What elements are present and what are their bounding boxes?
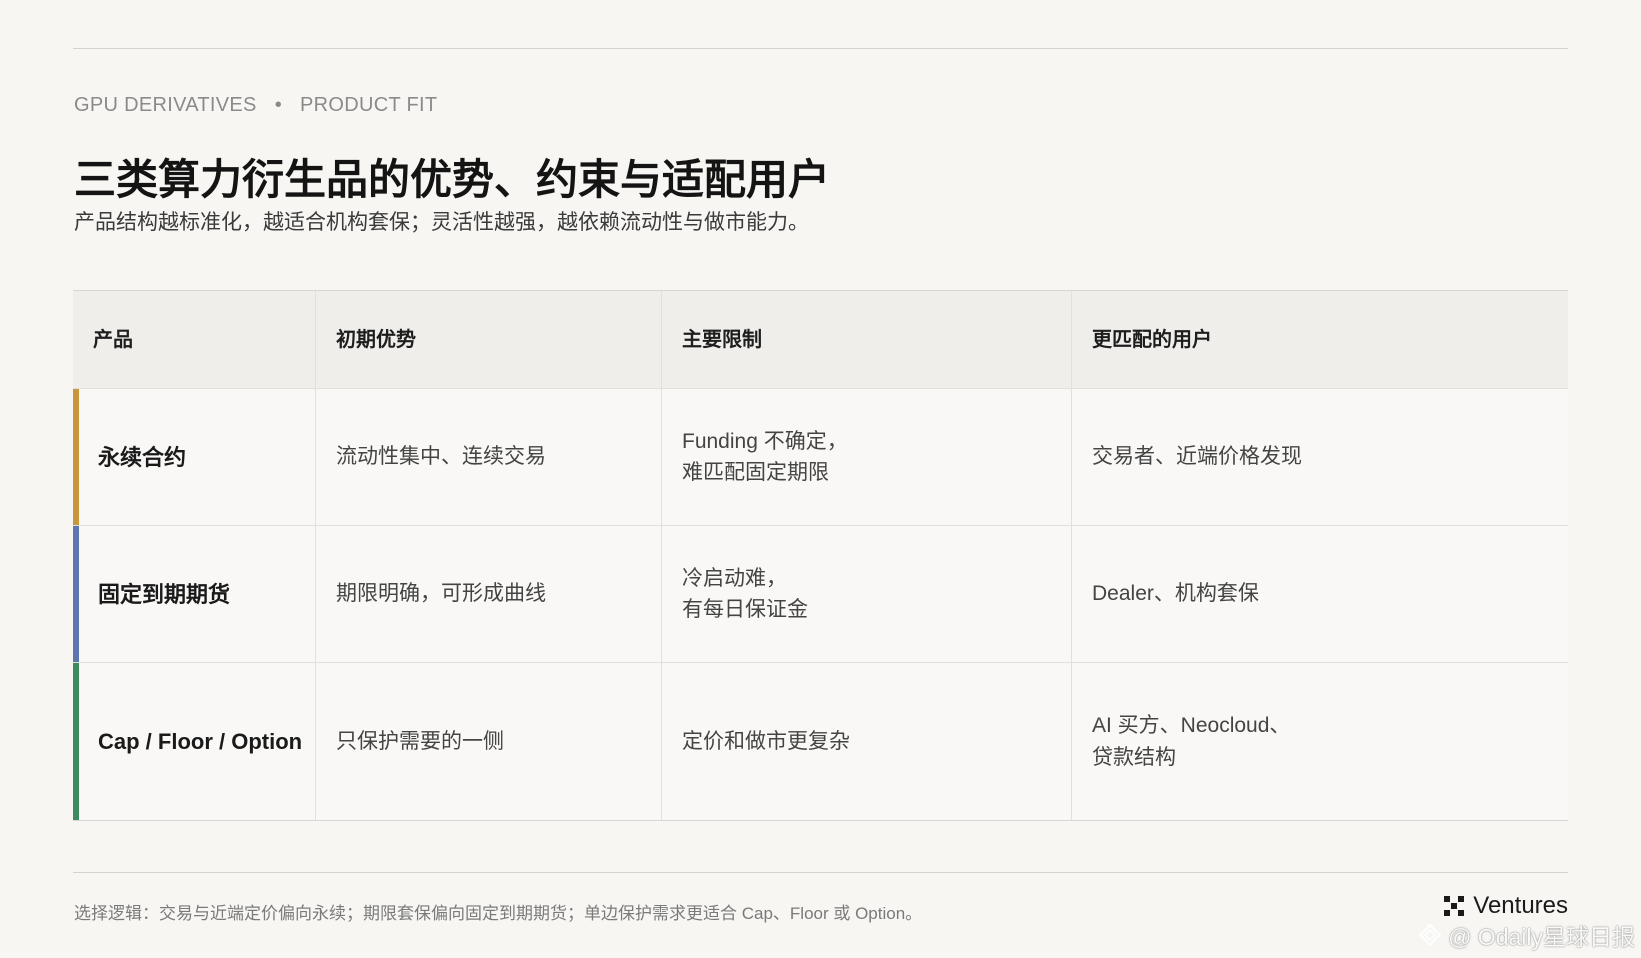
cell-users: AI 买方、Neocloud、 贷款结构 — [1092, 714, 1291, 769]
cell-users: Dealer、机构套保 — [1092, 582, 1259, 606]
eyebrow-separator: • — [274, 94, 282, 116]
cell-product: Cap / Floor / Option — [73, 663, 316, 820]
header-limitation: 主要限制 — [662, 291, 1072, 388]
header-users: 更匹配的用户 — [1092, 328, 1212, 351]
cell-limitation: 定价和做市更复杂 — [662, 663, 1072, 820]
table-row: 永续合约 流动性集中、连续交易 Funding 不确定， 难匹配固定期限 交易者… — [73, 389, 1568, 526]
cell-product: 固定到期期货 — [73, 526, 316, 662]
header-product: 产品 — [73, 291, 316, 388]
row-accent-bar — [73, 526, 79, 662]
eyebrow-label: GPU DERIVATIVES • PRODUCT FIT — [74, 94, 437, 117]
cell-advantage: 流动性集中、连续交易 — [316, 389, 662, 525]
cell-limitation: Funding 不确定， 难匹配固定期限 — [662, 389, 1072, 525]
cell-users: 交易者、近端价格发现 — [1092, 445, 1302, 469]
cell-product: 永续合约 — [73, 389, 316, 525]
table-row: Cap / Floor / Option 只保护需要的一侧 定价和做市更复杂 A… — [73, 663, 1568, 820]
comparison-table: 产品 初期优势 主要限制 更匹配的用户 永续合约 流动性集中、连续交易 Fund… — [73, 290, 1568, 821]
table-row: 固定到期期货 期限明确，可形成曲线 冷启动难， 有每日保证金 Dealer、机构… — [73, 526, 1568, 663]
row-accent-bar — [73, 389, 79, 525]
page-title: 三类算力衍生品的优势、约束与适配用户 — [74, 156, 831, 203]
header-advantage: 初期优势 — [316, 291, 662, 388]
x-logo-icon — [1444, 896, 1465, 916]
row-accent-bar — [73, 663, 79, 820]
top-divider — [73, 48, 1568, 49]
cell-limitation: 冷启动难， 有每日保证金 — [662, 526, 1072, 662]
watermark: @ Odaily星球日报 — [1418, 918, 1635, 952]
page-subtitle: 产品结构越标准化，越适合机构套保；灵活性越强，越依赖流动性与做市能力。 — [74, 211, 809, 234]
brand-name: Ventures — [1473, 892, 1568, 919]
odaily-logo-icon — [1418, 923, 1442, 947]
watermark-text: @ Odaily星球日报 — [1448, 924, 1635, 950]
eyebrow-right: PRODUCT FIT — [300, 94, 438, 116]
brand-mark: Ventures — [1443, 892, 1568, 920]
cell-advantage: 期限明确，可形成曲线 — [316, 526, 662, 662]
eyebrow-left: GPU DERIVATIVES — [74, 94, 257, 116]
bottom-divider — [73, 872, 1568, 873]
cell-advantage: 只保护需要的一侧 — [316, 663, 662, 820]
footnote: 选择逻辑：交易与近端定价偏向永续；期限套保偏向固定到期期货；单边保护需求更适合 … — [74, 904, 923, 923]
table-header-row: 产品 初期优势 主要限制 更匹配的用户 — [73, 291, 1568, 389]
